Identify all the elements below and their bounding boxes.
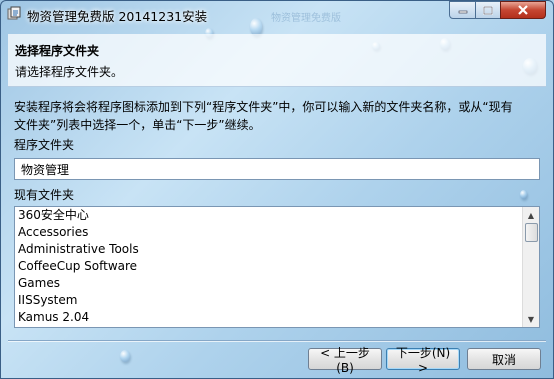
list-scrollbar[interactable]: ▲ ▼ <box>522 207 539 327</box>
scroll-down-arrow-icon[interactable]: ▼ <box>523 312 539 326</box>
footer-divider <box>8 340 546 342</box>
list-item[interactable]: IISSystem <box>15 292 539 309</box>
cancel-button[interactable]: 取消 <box>467 348 541 370</box>
installer-app-icon <box>7 6 21 20</box>
page-title: 选择程序文件夹 <box>15 44 100 58</box>
back-button[interactable]: < 上一步(B) <box>308 346 382 375</box>
maximize-button[interactable] <box>475 1 501 19</box>
list-item[interactable]: CoffeeCup Software <box>15 258 539 275</box>
list-item[interactable]: 360安全中心 <box>15 207 539 224</box>
instructions-text: 安装程序将会将程序图标添加到下列“程序文件夹”中，你可以输入新的文件夹名称，或从… <box>14 98 534 134</box>
close-button[interactable] <box>500 1 546 19</box>
list-item[interactable]: Administrative Tools <box>15 241 539 258</box>
minimize-button[interactable] <box>449 1 476 19</box>
existing-folders-list[interactable]: 360安全中心 Accessories Administrative Tools Co… <box>14 206 540 328</box>
window-title: 物资管理免费版 20141231安装 <box>27 9 208 24</box>
list-item[interactable]: Accessories <box>15 224 539 241</box>
existing-folders-label: 现有文件夹 <box>14 188 75 202</box>
wizard-header: 选择程序文件夹 请选择程序文件夹。 <box>8 34 546 87</box>
list-item[interactable]: Games <box>15 275 539 292</box>
water-drop-decoration <box>120 350 130 362</box>
list-item[interactable]: Kamus 2.04 <box>15 309 539 326</box>
instructions-line-1: 安装程序将会将程序图标添加到下列“程序文件夹”中，你可以输入新的文件夹名称，或从… <box>14 100 513 114</box>
wizard-body: 安装程序将会将程序图标添加到下列“程序文件夹”中，你可以输入新的文件夹名称，或从… <box>8 92 546 334</box>
instructions-line-2: 文件夹”列表中选择一个，单击“下一步”继续。 <box>14 118 261 132</box>
minimize-icon <box>458 10 467 14</box>
program-folder-input[interactable] <box>14 158 540 180</box>
program-folder-label: 程序文件夹 <box>14 138 75 152</box>
title-bar[interactable]: 物资管理免费版 20141231安装 物资管理免费版 <box>1 1 553 27</box>
scrollbar-thumb[interactable] <box>525 223 538 242</box>
maximize-icon <box>483 5 493 15</box>
next-button[interactable]: 下一步(N) > <box>386 346 460 375</box>
close-icon <box>518 5 528 15</box>
title-reflection: 物资管理免费版 <box>271 13 341 24</box>
scroll-up-arrow-icon[interactable]: ▲ <box>523 208 539 222</box>
page-subtitle: 请选择程序文件夹。 <box>15 65 124 79</box>
